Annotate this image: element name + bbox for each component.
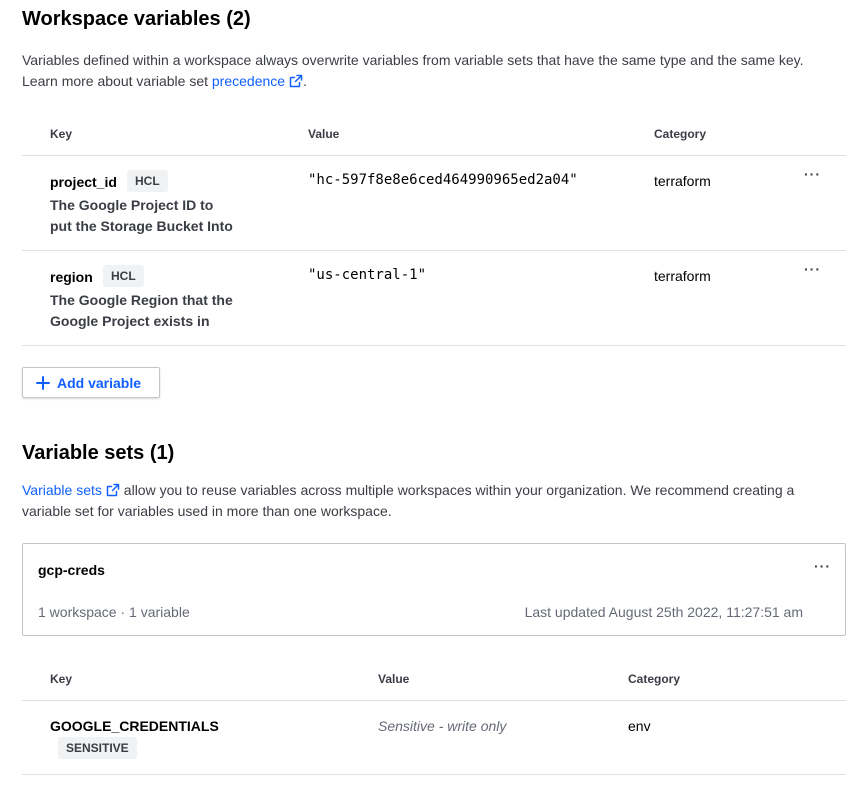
row-menu-button[interactable]: ··· [804,166,821,182]
variable-sets-link[interactable]: Variable sets [22,482,120,498]
variable-description-line2: Google Project exists in [50,313,210,329]
column-header-value: Value [378,672,410,686]
column-header-key: Key [50,672,73,686]
variable-set-meta: 1 workspace · 1 variable [38,604,190,620]
precedence-link-label: precedence [211,73,286,89]
variable-set-name: gcp-creds [38,562,105,578]
column-header-value: Value [308,127,340,141]
column-header-category: Category [628,672,681,686]
external-link-icon [106,483,120,497]
table-header-divider [22,700,846,701]
variable-sets-link-label: Variable sets [22,482,102,498]
hcl-badge: HCL [103,265,144,287]
variable-set-updated: Last updated August 25th 2022, 11:27:51 … [524,604,803,620]
variable-sets-description-line2: variable set for variables used in more … [22,503,392,519]
row-divider [22,250,846,251]
variable-value: "hc-597f8e8e6ced464990965ed2a04" [308,172,578,188]
row-divider [22,774,846,775]
variable-value: "us-central-1" [308,267,427,283]
variable-category: terraform [654,173,711,189]
hcl-badge: HCL [127,170,168,192]
variable-description: The Google Project ID to put the Storage… [50,195,250,237]
sensitive-badge: SENSITIVE [58,737,137,759]
column-header-key: Key [50,127,73,141]
variable-sets-title: Variable sets (1) [22,442,175,464]
row-menu-button[interactable]: ··· [804,261,821,277]
row-divider [22,345,846,346]
workspace-variables-description-line2: Learn more about variable set precedence… [22,71,804,92]
variable-description-line1: The Google Project ID to [50,197,214,213]
description-prefix: Learn more about variable set [22,73,212,89]
variable-key: GOOGLE_CREDENTIALS [50,718,219,734]
variable-key: project_id [50,174,117,190]
description-suffix: . [303,73,307,89]
variable-sets-description: Variable sets allow you to reuse variabl… [22,480,794,522]
add-variable-label: Add variable [57,374,142,391]
variable-sets-description-line1: Variable sets allow you to reuse variabl… [22,480,794,501]
variable-description-line1: The Google Region that the [50,292,233,308]
precedence-link[interactable]: precedence [212,73,303,89]
variable-value: Sensitive - write only [378,718,507,734]
workspace-variables-title: Workspace variables (2) [22,8,251,30]
variable-set-menu-button[interactable]: ··· [814,558,831,574]
external-link-icon [289,74,303,88]
variable-sets-description-rest: allow you to reuse variables across mult… [119,482,795,498]
variable-set-card[interactable]: gcp-creds ··· 1 workspace · 1 variable L… [22,543,846,636]
plus-icon [36,375,50,390]
variable-key: region [50,269,93,285]
variable-category: env [628,718,651,734]
workspace-variables-description-line1: Variables defined within a workspace alw… [22,52,804,68]
variable-description-line2: put the Storage Bucket Into [50,218,233,234]
variable-category: terraform [654,268,711,284]
table-header-divider [22,155,846,156]
workspace-variables-description: Variables defined within a workspace alw… [22,50,804,92]
column-header-category: Category [654,127,707,141]
add-variable-button[interactable]: Add variable [22,367,160,398]
variable-description: The Google Region that the Google Projec… [50,290,250,332]
